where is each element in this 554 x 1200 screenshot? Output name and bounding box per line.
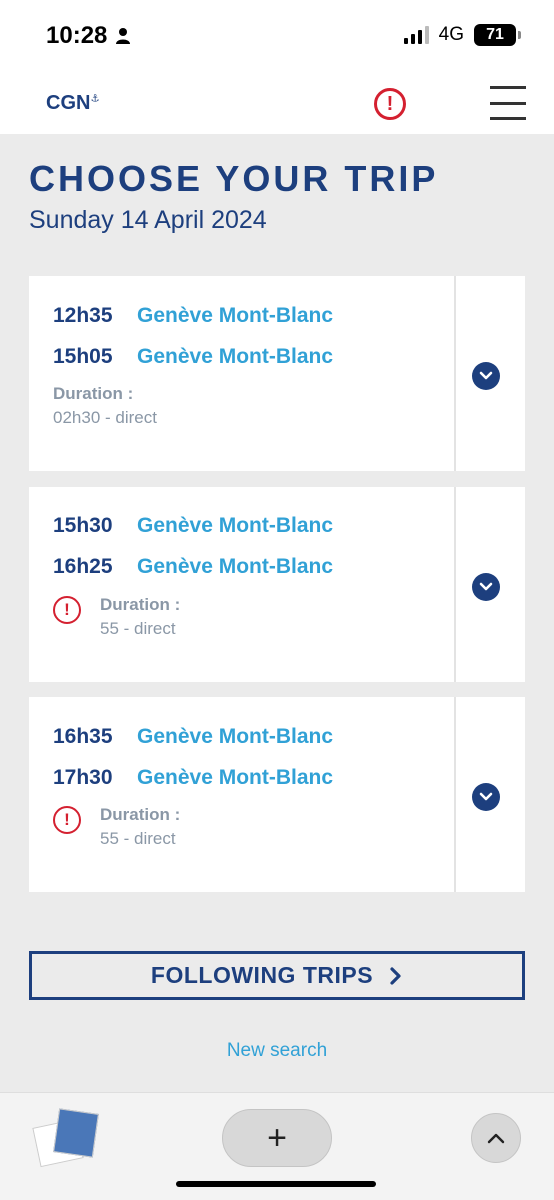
arrival-time: 17h30 [53, 766, 113, 789]
departure-row: 16h35 Genève Mont-Blanc [53, 725, 333, 749]
duration-label: Duration : [53, 384, 134, 403]
warning-icon[interactable]: ! [53, 596, 81, 624]
person-icon [116, 28, 131, 44]
trip-date: Sunday 14 April 2024 [29, 206, 267, 234]
trip-card[interactable]: 12h35 Genève Mont-Blanc 15h05 Genève Mon… [29, 276, 525, 471]
departure-row: 12h35 Genève Mont-Blanc [53, 304, 333, 328]
signal-icon [403, 26, 429, 44]
clock-text: 10:28 [46, 22, 108, 49]
new-search-link[interactable]: New search [0, 1040, 554, 1062]
arrival-place: Genève Mont-Blanc [137, 555, 334, 578]
anchor-icon: ⚓ [90, 93, 100, 105]
following-trips-label: FOLLOWING TRIPS [150, 962, 374, 988]
page-title: CHOOSE YOUR TRIP [29, 158, 439, 199]
chevron-down-icon[interactable] [472, 362, 500, 390]
arrival-row: 15h05 Genève Mont-Blanc [53, 345, 333, 369]
departure-place: Genève Mont-Blanc [137, 725, 334, 748]
departure-time: 12h35 [53, 304, 113, 327]
status-time: 10:28 [46, 22, 131, 50]
battery-level: 71 [486, 26, 504, 43]
following-trips-button[interactable]: FOLLOWING TRIPS [29, 951, 525, 1000]
arrival-row: 17h30 Genève Mont-Blanc [53, 766, 333, 790]
chevron-down-icon[interactable] [472, 573, 500, 601]
trip-card[interactable]: 16h35 Genève Mont-Blanc 17h30 Genève Mon… [29, 697, 525, 892]
duration-value: 55 - direct [100, 829, 176, 848]
status-indicators: 4G 71 [403, 24, 521, 46]
duration-value: 55 - direct [100, 619, 176, 638]
cgn-logo[interactable]: CGN⚓ [46, 92, 99, 115]
logo-text: CGN [46, 92, 91, 114]
arrival-place: Genève Mont-Blanc [137, 345, 334, 368]
new-tab-button[interactable]: + [222, 1109, 332, 1167]
home-indicator [176, 1181, 376, 1187]
plus-icon: + [267, 1118, 287, 1157]
trip-card[interactable]: 15h30 Genève Mont-Blanc 16h25 Genève Mon… [29, 487, 525, 682]
hamburger-menu-icon[interactable] [490, 86, 526, 120]
card-divider [454, 697, 456, 892]
card-divider [454, 276, 456, 471]
status-bar: 10:28 4G 71 [0, 0, 554, 72]
chevron-right-icon [390, 966, 401, 985]
site-header: CGN⚓ ! [0, 72, 554, 134]
departure-place: Genève Mont-Blanc [137, 514, 334, 537]
departure-time: 16h35 [53, 725, 113, 748]
duration-label: Duration : [100, 805, 181, 824]
arrival-place: Genève Mont-Blanc [137, 766, 334, 789]
arrival-row: 16h25 Genève Mont-Blanc [53, 555, 333, 579]
departure-row: 15h30 Genève Mont-Blanc [53, 514, 333, 538]
battery-icon: 71 [474, 24, 521, 46]
duration-label: Duration : [100, 595, 181, 614]
departure-place: Genève Mont-Blanc [137, 304, 334, 327]
exclamation-circle-icon[interactable]: ! [374, 88, 406, 120]
warning-icon[interactable]: ! [53, 806, 81, 834]
duration-value: 02h30 - direct [53, 408, 157, 427]
arrival-time: 15h05 [53, 345, 113, 368]
arrival-time: 16h25 [53, 555, 113, 578]
tabs-overview-icon[interactable] [32, 1108, 99, 1168]
chevron-up-icon[interactable] [471, 1113, 521, 1163]
departure-time: 15h30 [53, 514, 113, 537]
chevron-down-icon[interactable] [472, 783, 500, 811]
network-type: 4G [438, 24, 464, 45]
card-divider [454, 487, 456, 682]
